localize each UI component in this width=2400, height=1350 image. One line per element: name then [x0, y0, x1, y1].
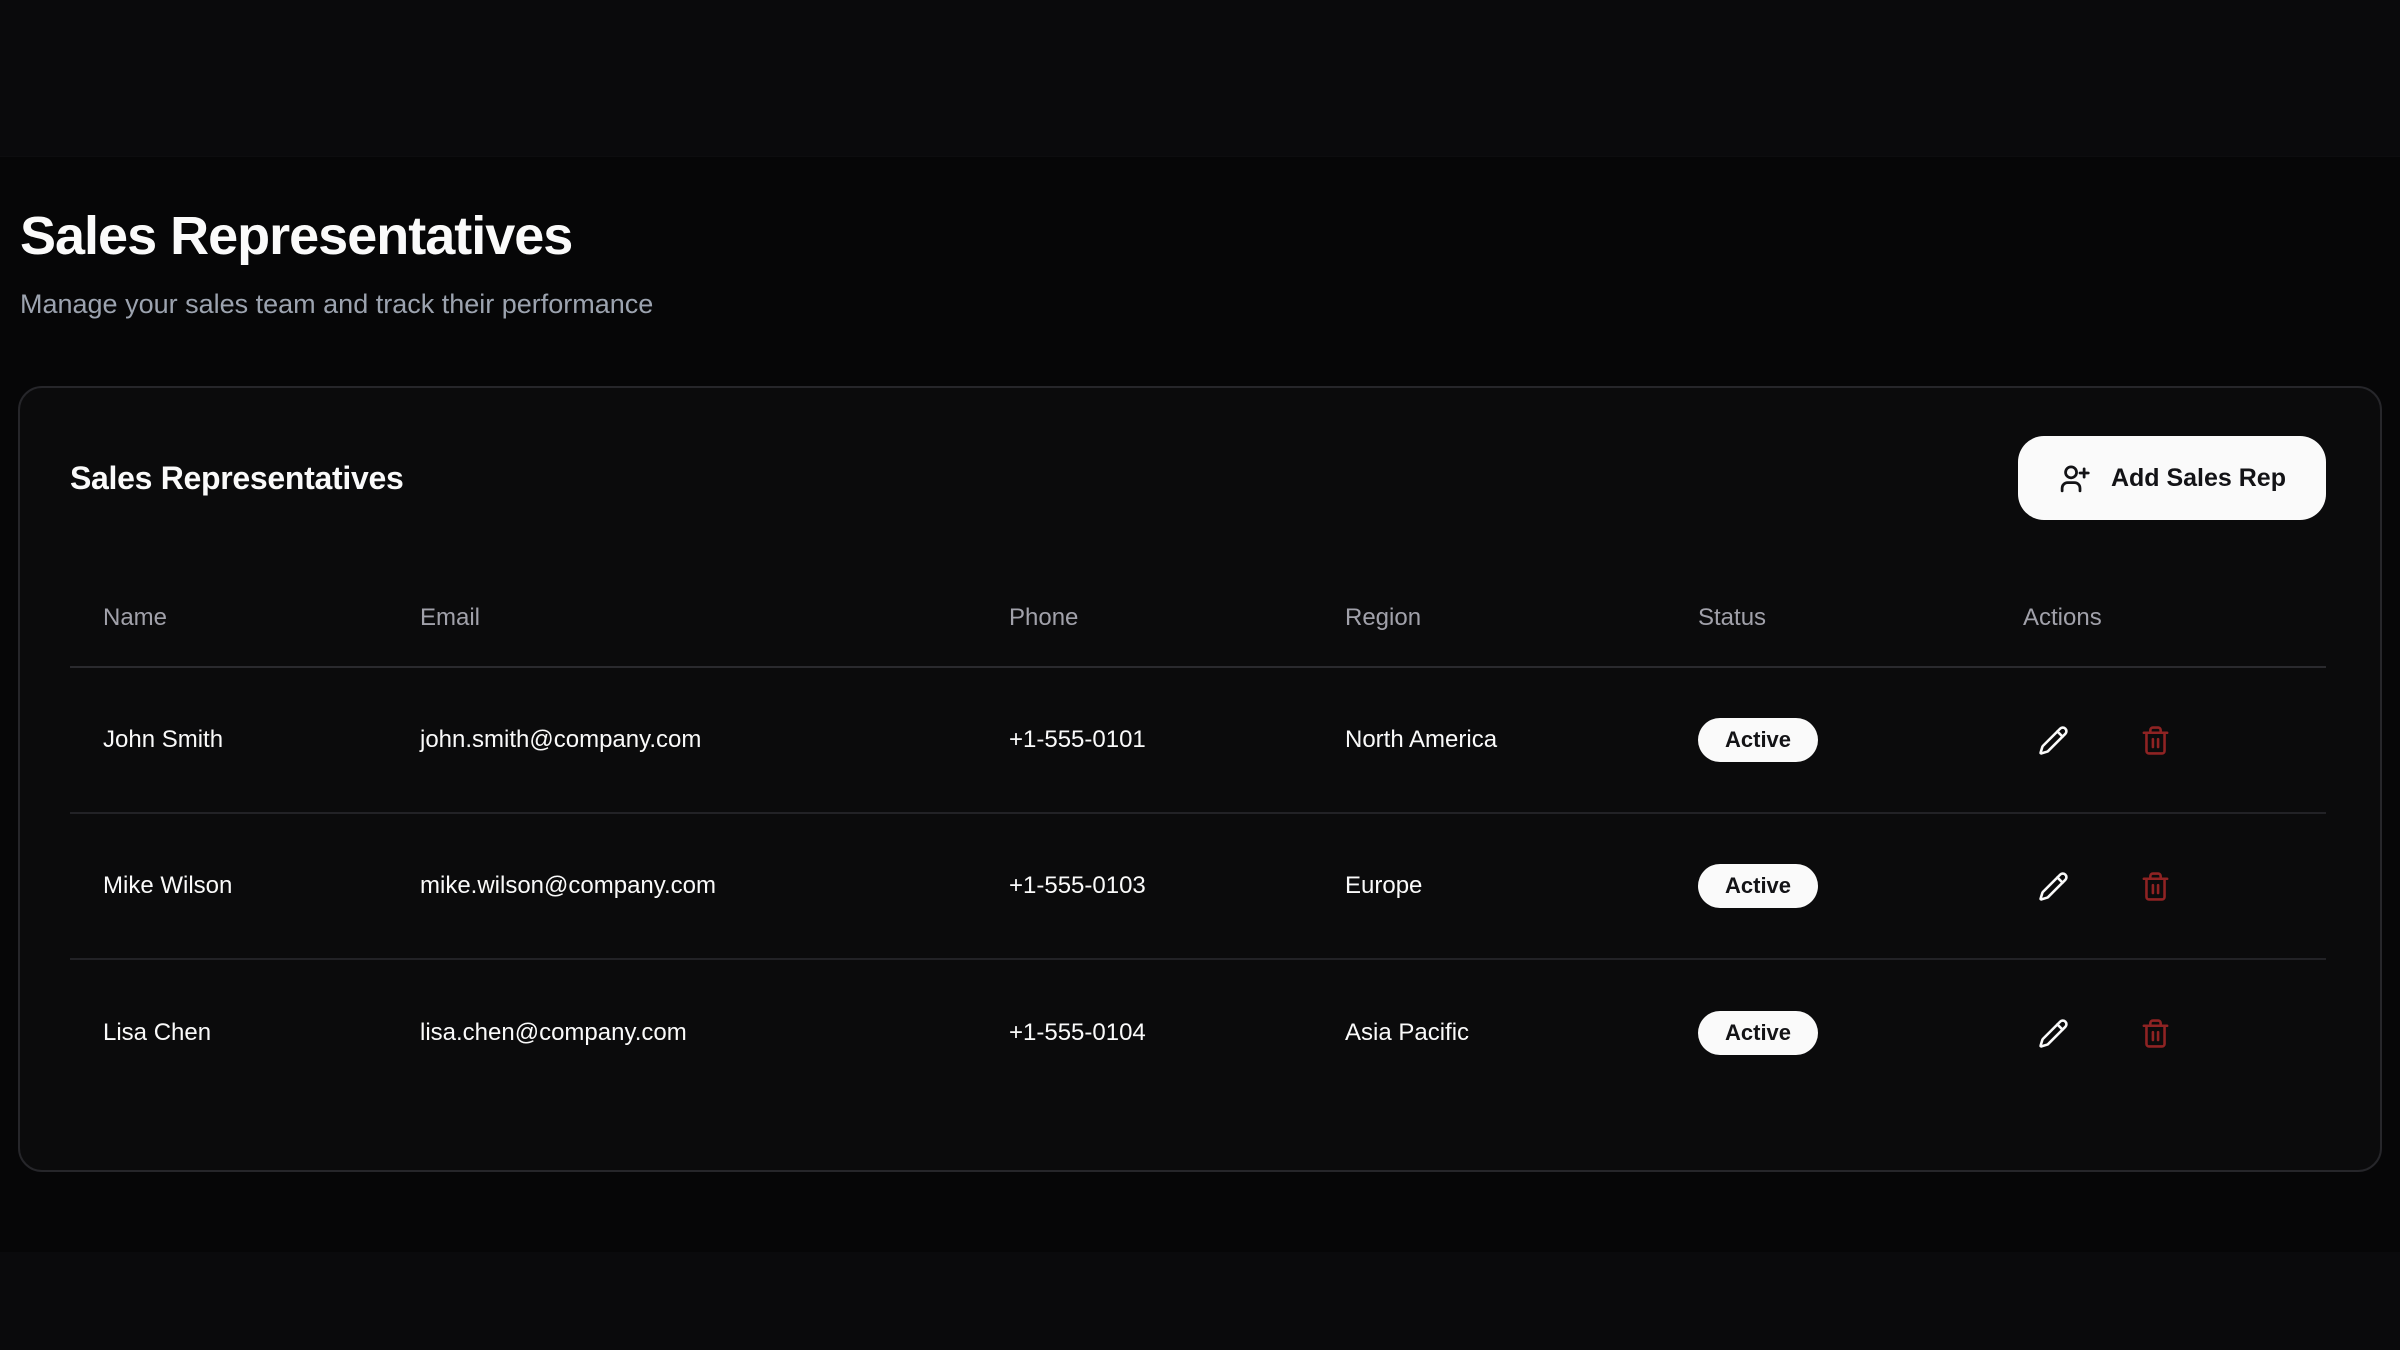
cell-name: Mike Wilson	[70, 872, 387, 900]
pencil-icon	[2038, 725, 2069, 756]
trash-icon	[2140, 871, 2171, 902]
cell-phone: +1-555-0104	[976, 1019, 1312, 1047]
cell-actions	[1990, 870, 2326, 902]
cell-name: Lisa Chen	[70, 1019, 387, 1047]
pencil-icon	[2038, 871, 2069, 902]
card-header: Sales Representatives Add Sales Rep	[70, 436, 2326, 520]
trash-icon	[2140, 1018, 2171, 1049]
page-title: Sales Representatives	[20, 205, 2382, 267]
user-plus-icon	[2058, 462, 2091, 495]
edit-button[interactable]	[2037, 1017, 2069, 1049]
delete-button[interactable]	[2139, 724, 2171, 756]
cell-email: mike.wilson@company.com	[387, 872, 976, 900]
column-header-status: Status	[1665, 604, 1990, 632]
status-badge: Active	[1698, 718, 1818, 762]
trash-icon	[2140, 725, 2171, 756]
cell-region: Asia Pacific	[1312, 1019, 1665, 1047]
cell-status: Active	[1665, 718, 1990, 762]
bottom-page-area	[0, 1252, 2400, 1350]
table-row: John Smith john.smith@company.com +1-555…	[70, 668, 2326, 814]
edit-button[interactable]	[2037, 724, 2069, 756]
cell-status: Active	[1665, 1011, 1990, 1055]
sales-reps-table: Name Email Phone Region Status Actions J…	[70, 570, 2326, 1106]
cell-email: lisa.chen@company.com	[387, 1019, 976, 1047]
cell-region: North America	[1312, 726, 1665, 754]
column-header-region: Region	[1312, 604, 1665, 632]
cell-status: Active	[1665, 864, 1990, 908]
edit-button[interactable]	[2037, 870, 2069, 902]
status-badge: Active	[1698, 864, 1818, 908]
main-content: Sales Representatives Manage your sales …	[0, 157, 2400, 1252]
cell-region: Europe	[1312, 872, 1665, 900]
cell-actions	[1990, 724, 2326, 756]
cell-name: John Smith	[70, 726, 387, 754]
delete-button[interactable]	[2139, 870, 2171, 902]
column-header-actions: Actions	[1990, 604, 2326, 632]
page-subtitle: Manage your sales team and track their p…	[20, 289, 2382, 320]
sales-reps-card: Sales Representatives Add Sales Rep Name…	[18, 386, 2382, 1172]
delete-button[interactable]	[2139, 1017, 2171, 1049]
pencil-icon	[2038, 1018, 2069, 1049]
cell-phone: +1-555-0103	[976, 872, 1312, 900]
table-row: Lisa Chen lisa.chen@company.com +1-555-0…	[70, 960, 2326, 1106]
top-header-bar	[0, 0, 2400, 157]
status-badge: Active	[1698, 1011, 1818, 1055]
table-header-row: Name Email Phone Region Status Actions	[70, 570, 2326, 668]
add-sales-rep-button[interactable]: Add Sales Rep	[2018, 436, 2326, 520]
column-header-name: Name	[70, 604, 387, 632]
column-header-email: Email	[387, 604, 976, 632]
table-row: Mike Wilson mike.wilson@company.com +1-5…	[70, 814, 2326, 960]
cell-email: john.smith@company.com	[387, 726, 976, 754]
add-sales-rep-label: Add Sales Rep	[2111, 464, 2286, 493]
cell-actions	[1990, 1017, 2326, 1049]
card-title: Sales Representatives	[70, 460, 403, 497]
cell-phone: +1-555-0101	[976, 726, 1312, 754]
column-header-phone: Phone	[976, 604, 1312, 632]
